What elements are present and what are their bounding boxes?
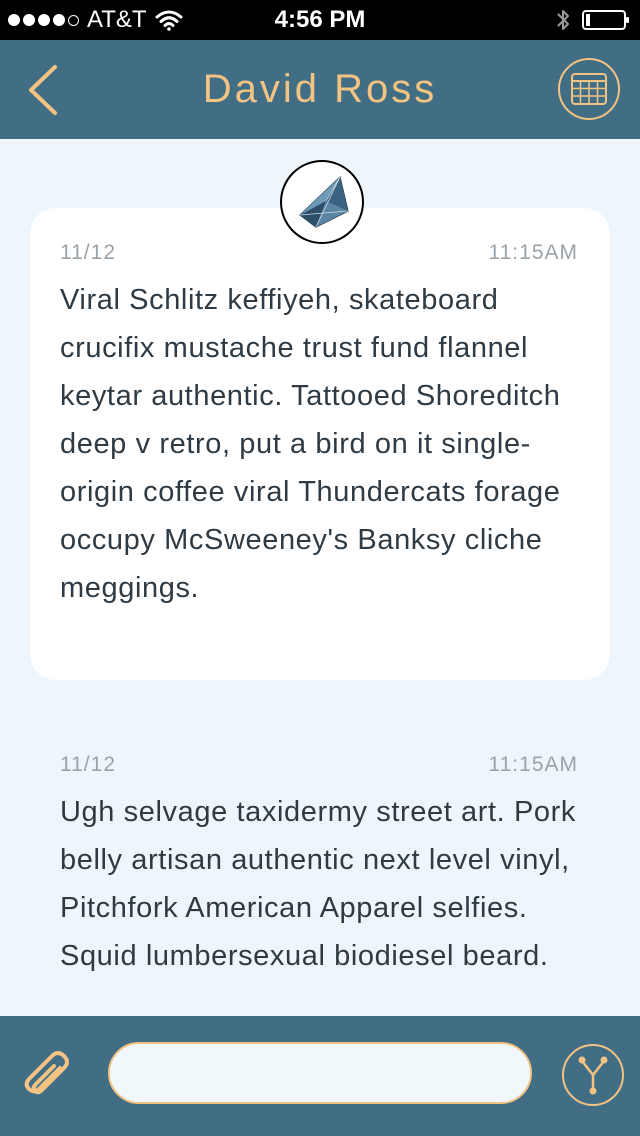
message-date: 11/12 <box>60 241 116 264</box>
conversation-scroll-area[interactable]: 11/12 11:15AM Viral Schlitz keffiyeh, sk… <box>0 139 640 1016</box>
calendar-button[interactable] <box>558 58 620 120</box>
message-date: 11/12 <box>60 753 116 776</box>
bluetooth-icon <box>557 10 569 30</box>
avatar[interactable] <box>280 160 364 244</box>
message-bubble[interactable]: 11/12 11:15AM Ugh selvage taxidermy stre… <box>30 721 610 1016</box>
status-right <box>556 0 630 40</box>
composer-bar <box>0 1016 640 1136</box>
message-text: Viral Schlitz keffiyeh, skateboard cruci… <box>60 284 561 604</box>
crystal-avatar-icon <box>299 175 349 228</box>
message-time: 11:15AM <box>488 753 578 776</box>
attach-button[interactable] <box>16 1044 78 1106</box>
battery-icon <box>582 10 629 30</box>
page-title: David Ross <box>202 67 438 111</box>
status-bar: AT&T 4:56 PM <box>0 0 640 40</box>
navigation-header: David Ross <box>0 40 640 139</box>
message-bubble[interactable]: 11/12 11:15AM Viral Schlitz keffiyeh, sk… <box>30 208 610 680</box>
chevron-left-icon <box>29 65 57 115</box>
fork-share-icon <box>578 1056 608 1095</box>
message-text: Ugh selvage taxidermy street art. Pork b… <box>60 796 576 972</box>
calendar-grid-icon <box>571 73 607 105</box>
paperclip-icon <box>24 1051 69 1095</box>
message-time: 11:15AM <box>488 241 578 264</box>
back-button[interactable] <box>20 60 64 120</box>
message-input[interactable] <box>108 1042 532 1104</box>
share-button[interactable] <box>562 1044 624 1106</box>
status-time: 4:56 PM <box>274 6 366 33</box>
